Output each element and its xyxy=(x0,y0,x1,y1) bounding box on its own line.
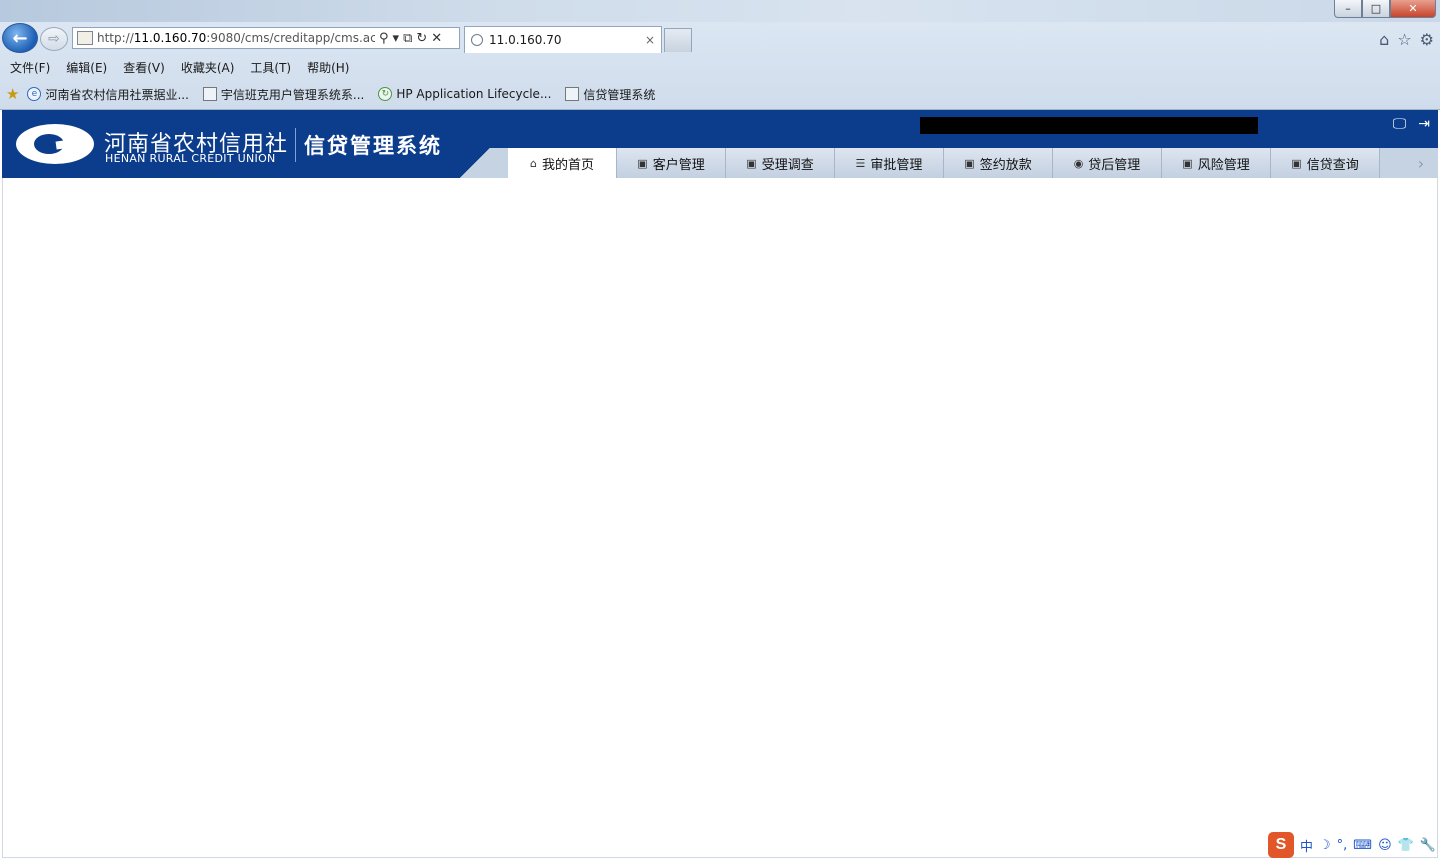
brand-english-name: HENAN RURAL CREDIT UNION xyxy=(105,152,276,165)
approval-list-icon: ☰ xyxy=(855,156,866,170)
header-icons: 🖵 ⇥ xyxy=(1393,116,1430,132)
stop-icon[interactable]: ✕ xyxy=(431,31,442,46)
minimize-button[interactable]: – xyxy=(1334,0,1362,18)
sogou-ime-logo-icon[interactable]: S xyxy=(1267,832,1294,858)
ime-toolbar: S 中 ☽ °, ⌨ ☺ 👕 🔧 xyxy=(1267,832,1436,858)
nav-tab-contract-loan[interactable]: ▣ 签约放款 xyxy=(944,148,1053,178)
app-header: 河南省农村信用社 HENAN RURAL CREDIT UNION 信贷管理系统… xyxy=(2,110,1438,178)
contract-icon: ▣ xyxy=(964,156,975,170)
page-icon xyxy=(77,31,93,45)
ime-tools-icon[interactable]: 🔧 xyxy=(1420,838,1436,853)
forward-button[interactable]: ⇨ xyxy=(40,27,68,51)
window-titlebar: – □ ✕ xyxy=(0,0,1440,22)
favorite-link[interactable]: 信贷管理系统 xyxy=(565,86,655,103)
menu-bar: 文件(F) 编辑(E) 查看(V) 收藏夹(A) 工具(T) 帮助(H) xyxy=(0,56,1440,78)
menu-edit[interactable]: 编辑(E) xyxy=(66,59,107,76)
ime-punctuation-icon[interactable]: °, xyxy=(1337,838,1348,853)
ime-language-toggle[interactable]: 中 xyxy=(1300,836,1313,855)
compatibility-view-icon[interactable]: ⧉ xyxy=(403,31,412,46)
page-icon xyxy=(565,87,580,101)
monitor-icon[interactable]: 🖵 xyxy=(1393,116,1407,132)
ime-skin-icon[interactable]: 👕 xyxy=(1398,838,1414,853)
page-icon xyxy=(202,87,217,101)
menu-favorites[interactable]: 收藏夹(A) xyxy=(181,59,235,76)
nav-tab-customer[interactable]: ▣ 客户管理 xyxy=(617,148,726,178)
tab-title: 11.0.160.70 xyxy=(489,33,562,47)
home-icon: ⌂ xyxy=(530,156,537,170)
browser-chrome: – □ ✕ ← ⇨ http://11.0.160.70:9080/cms/cr… xyxy=(0,0,1440,110)
loading-icon xyxy=(471,34,483,46)
ime-keyboard-icon[interactable]: ⌨ xyxy=(1353,838,1372,853)
menu-tools[interactable]: 工具(T) xyxy=(250,59,291,76)
acceptance-icon: ▣ xyxy=(746,156,757,170)
favorite-link[interactable]: e 河南省农村信用社票据业... xyxy=(27,86,189,103)
ime-user-icon[interactable]: ☺ xyxy=(1378,838,1392,853)
ie-icon: e xyxy=(27,87,42,101)
nav-slope xyxy=(440,148,510,178)
brand-divider xyxy=(295,128,296,162)
favorites-bar: ★ e 河南省农村信用社票据业... 宇信班克用户管理系统系... ↻ HP A… xyxy=(0,82,1440,106)
forward-arrow-icon: ⇨ xyxy=(48,31,60,47)
ime-moon-icon[interactable]: ☽ xyxy=(1319,838,1331,853)
home-icon[interactable]: ⌂ xyxy=(1379,30,1389,49)
query-icon: ▣ xyxy=(1291,156,1302,170)
credit-union-logo-icon xyxy=(16,124,94,164)
nav-tab-approval[interactable]: ☰ 审批管理 xyxy=(835,148,944,178)
favorites-add-star-icon[interactable]: ★ xyxy=(6,85,19,103)
favorite-link[interactable]: ↻ HP Application Lifecycle... xyxy=(378,87,551,101)
close-button[interactable]: ✕ xyxy=(1390,0,1436,18)
new-tab-button[interactable] xyxy=(664,28,692,52)
menu-help[interactable]: 帮助(H) xyxy=(307,59,349,76)
maximize-button[interactable]: □ xyxy=(1362,0,1390,18)
system-name: 信贷管理系统 xyxy=(304,134,442,158)
address-url[interactable]: http://11.0.160.70:9080/cms/creditapp/cm… xyxy=(97,31,375,45)
logout-icon[interactable]: ⇥ xyxy=(1418,116,1430,132)
customer-icon: ▣ xyxy=(637,156,648,170)
favorites-star-icon[interactable]: ☆ xyxy=(1397,30,1411,49)
nav-tab-post-loan[interactable]: ◉ 贷后管理 xyxy=(1053,148,1162,178)
menu-file[interactable]: 文件(F) xyxy=(10,59,50,76)
redacted-user-info xyxy=(920,117,1258,134)
menu-view[interactable]: 查看(V) xyxy=(123,59,165,76)
nav-tab-query[interactable]: ▣ 信贷查询 xyxy=(1271,148,1380,178)
window-controls: – □ ✕ xyxy=(1334,0,1436,18)
tab-close-icon[interactable]: × xyxy=(645,33,661,47)
address-bar[interactable]: http://11.0.160.70:9080/cms/creditapp/cm… xyxy=(72,27,460,49)
nav-scroll-right-icon[interactable]: › xyxy=(1408,148,1434,178)
hp-icon: ↻ xyxy=(378,87,393,101)
post-loan-icon: ◉ xyxy=(1073,156,1084,170)
favorite-link[interactable]: 宇信班克用户管理系统系... xyxy=(202,86,364,103)
browser-tab[interactable]: 11.0.160.70 × xyxy=(464,26,662,53)
nav-tab-risk[interactable]: ▣ 风险管理 xyxy=(1162,148,1271,178)
settings-gear-icon[interactable]: ⚙ xyxy=(1420,30,1434,49)
refresh-icon[interactable]: ↻ xyxy=(416,31,427,46)
dropdown-icon[interactable]: ▾ xyxy=(393,31,400,46)
back-button[interactable]: ← xyxy=(2,23,38,53)
browser-right-tools: ⌂ ☆ ⚙ xyxy=(1379,30,1434,49)
search-icon[interactable]: ⚲ xyxy=(379,31,389,46)
nav-tab-acceptance[interactable]: ▣ 受理调查 xyxy=(726,148,835,178)
nav-tab-home[interactable]: ⌂ 我的首页 xyxy=(508,148,617,178)
main-nav: ⌂ 我的首页 ▣ 客户管理 ▣ 受理调查 ☰ 审批管理 ▣ 签约放款 ◉ 贷后管理 ▣ 风险管… xyxy=(508,148,1380,178)
back-arrow-icon: ← xyxy=(12,27,28,49)
main-content-area xyxy=(2,178,1438,858)
risk-icon: ▣ xyxy=(1182,156,1193,170)
browser-navigation-row: ← ⇨ http://11.0.160.70:9080/cms/creditap… xyxy=(0,22,1440,54)
